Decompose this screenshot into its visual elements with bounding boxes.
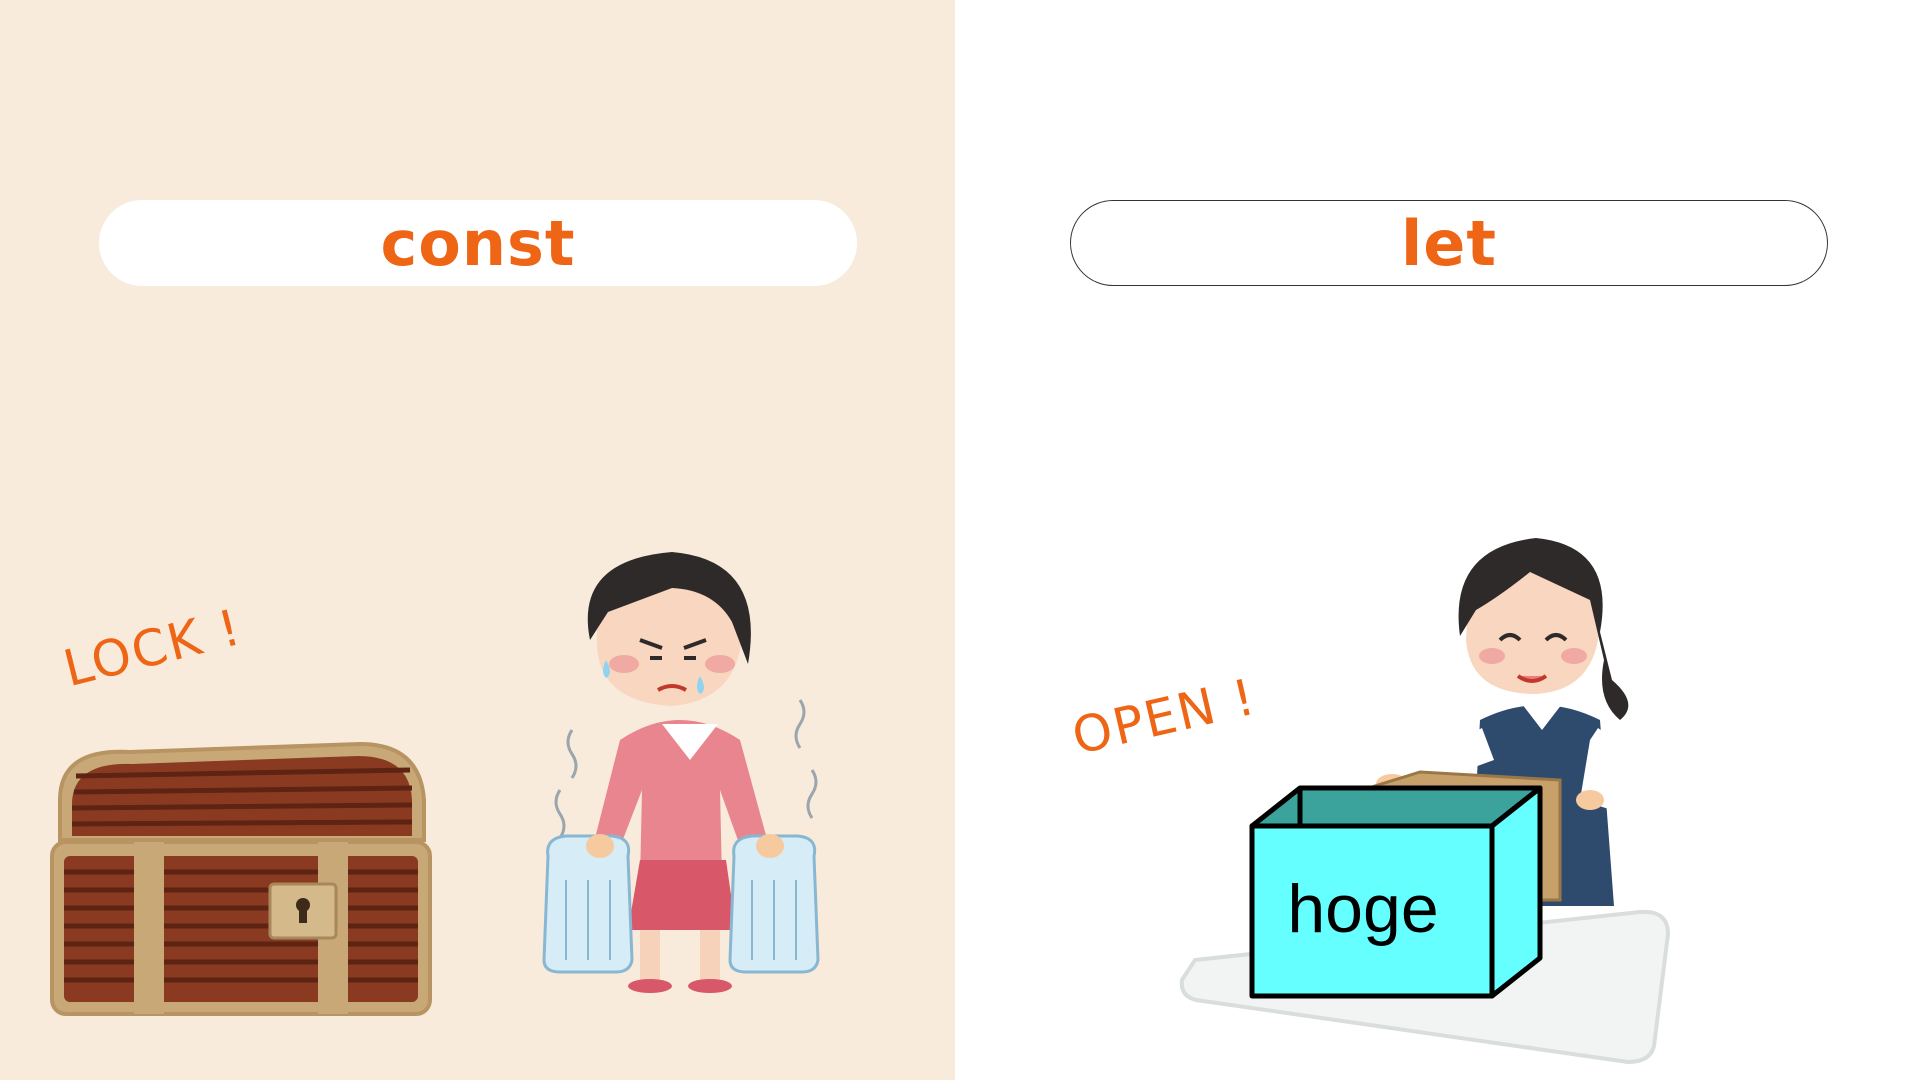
woman-opening-box-icon bbox=[1179, 538, 1671, 1065]
box-label: hoge bbox=[1287, 871, 1439, 947]
treasure-chest-icon bbox=[50, 741, 432, 1016]
woman-carrying-water-bottles-icon bbox=[542, 552, 820, 993]
illustrations bbox=[50, 538, 1671, 1065]
